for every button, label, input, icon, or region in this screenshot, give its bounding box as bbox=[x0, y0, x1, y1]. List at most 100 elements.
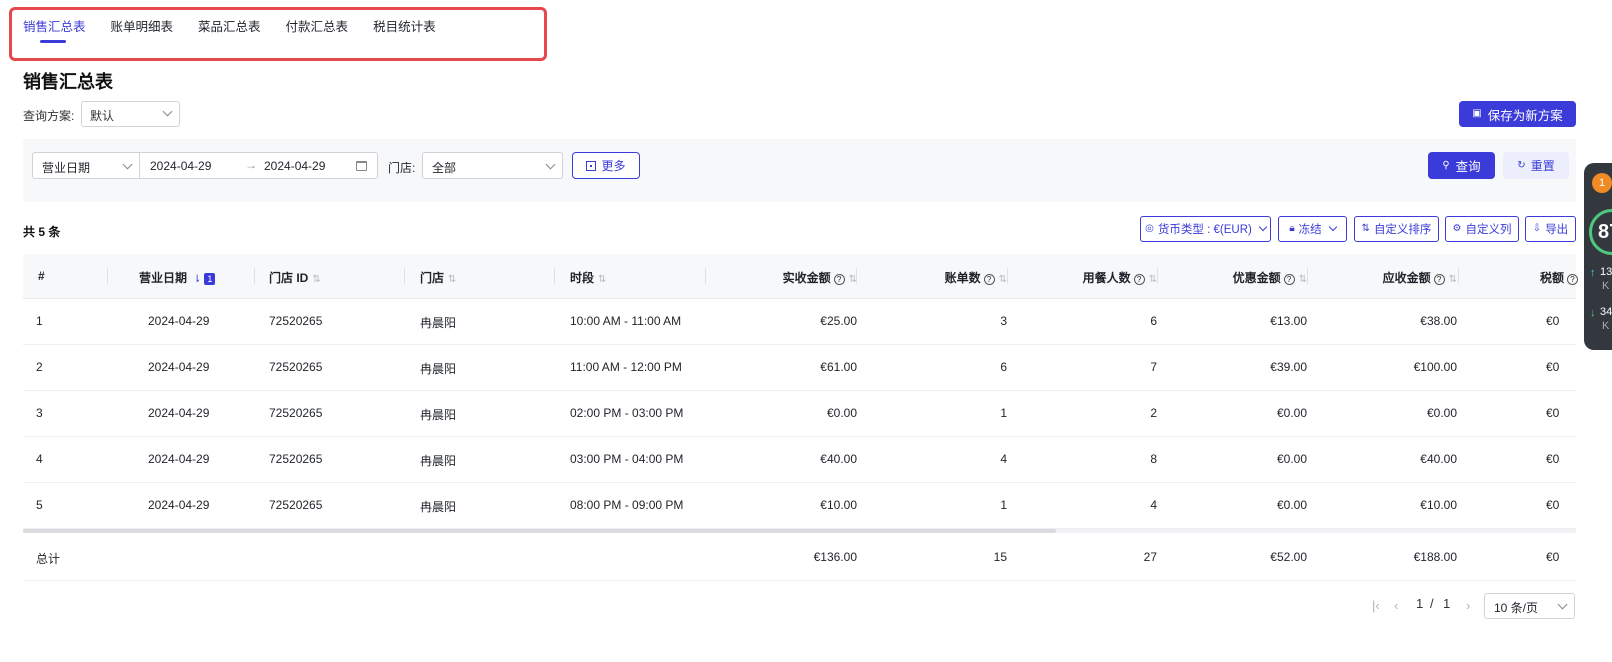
more-filters-button[interactable]: 更多 bbox=[572, 152, 640, 179]
cell-period: 02:00 PM - 03:00 PM bbox=[570, 406, 684, 420]
table-row[interactable]: 1 2024-04-29 72520265 冉晨阳 10:00 AM - 11:00 A… bbox=[23, 299, 1576, 345]
cell-store-id: 72520265 bbox=[269, 360, 323, 374]
cell-date: 2024-04-29 bbox=[148, 498, 210, 512]
report-tabs: 销售汇总表 账单明细表 菜品汇总表 付款汇总表 税目统计表 bbox=[23, 16, 461, 43]
help-icon: ? bbox=[1567, 274, 1579, 285]
record-count: 共 5 条 bbox=[23, 225, 61, 239]
cell-date: 2024-04-29 bbox=[148, 314, 210, 328]
table-row[interactable]: 5 2024-04-29 72520265 冉晨阳 08:00 PM - 09:00 P… bbox=[23, 483, 1576, 529]
cell-tax: €0 bbox=[1546, 498, 1560, 512]
col-divider bbox=[1458, 268, 1459, 284]
freeze-button[interactable]: 🔒︎ 冻结 bbox=[1278, 216, 1347, 242]
cell-index: 1 bbox=[36, 314, 43, 328]
query-label: 查询 bbox=[1455, 160, 1481, 174]
export-button[interactable]: ⇩ 导出 bbox=[1525, 216, 1576, 242]
current-page: 1 bbox=[1416, 596, 1424, 611]
tab-dish-summary[interactable]: 菜品汇总表 bbox=[198, 16, 261, 35]
filter-grid-icon bbox=[586, 160, 597, 171]
col-discount[interactable]: 优惠金额? ⇅ bbox=[1233, 269, 1307, 286]
cell-diners: 7 bbox=[1150, 360, 1157, 374]
col-bills[interactable]: 账单数? ⇅ bbox=[945, 269, 1007, 286]
col-index: # bbox=[38, 269, 45, 283]
cell-receivable: €38.00 bbox=[1420, 314, 1457, 328]
next-page-icon[interactable]: › bbox=[1466, 598, 1470, 613]
col-divider bbox=[856, 268, 857, 284]
reset-label: 重置 bbox=[1530, 159, 1555, 173]
cell-period: 10:00 AM - 11:00 AM bbox=[570, 314, 682, 328]
col-receivable[interactable]: 应收金额? ⇅ bbox=[1383, 269, 1457, 286]
first-page-icon[interactable]: |‹ bbox=[1372, 598, 1380, 613]
cell-discount: €39.00 bbox=[1270, 360, 1307, 374]
query-button[interactable]: ⚲ 查询 bbox=[1428, 152, 1495, 179]
search-icon: ⚲ bbox=[1442, 159, 1450, 171]
gear-icon: ⚙ bbox=[1452, 223, 1462, 234]
col-period[interactable]: 时段 ⇅ bbox=[570, 269, 606, 286]
scheme-label: 查询方案: bbox=[23, 109, 75, 123]
custom-sort-button[interactable]: ⇅ 自定义排序 bbox=[1354, 216, 1439, 242]
notification-badge: 1 bbox=[1592, 173, 1612, 193]
save-icon: ▣ bbox=[1472, 108, 1482, 119]
cell-date: 2024-04-29 bbox=[148, 406, 210, 420]
cell-index: 2 bbox=[36, 360, 43, 374]
cell-diners: 4 bbox=[1150, 498, 1157, 512]
tab-payment-summary[interactable]: 付款汇总表 bbox=[286, 16, 349, 35]
col-tax[interactable]: 税额? bbox=[1540, 269, 1579, 286]
store-label: 门店: bbox=[388, 161, 416, 175]
cell-store-id: 72520265 bbox=[269, 314, 323, 328]
chevron-down-icon bbox=[1557, 599, 1568, 610]
tab-bill-detail[interactable]: 账单明细表 bbox=[111, 16, 174, 35]
cell-bills: 4 bbox=[1000, 452, 1007, 466]
col-store[interactable]: 门店 ⇅ bbox=[420, 269, 456, 286]
page-size-select[interactable]: 10 条/页 bbox=[1484, 593, 1575, 619]
col-business-date[interactable]: 营业日期 ⇂ 1 bbox=[139, 269, 216, 286]
help-icon: ? bbox=[1283, 274, 1295, 285]
prev-page-icon[interactable]: ‹ bbox=[1394, 598, 1398, 613]
scheme-select[interactable]: 默认 bbox=[81, 101, 180, 127]
col-receivable-label: 应收金额 bbox=[1382, 271, 1431, 285]
cell-store: 冉晨阳 bbox=[420, 454, 457, 468]
cell-received: €25.00 bbox=[820, 314, 857, 328]
freeze-label: 冻结 bbox=[1298, 224, 1322, 236]
cell-discount: €0.00 bbox=[1276, 498, 1307, 512]
col-divider bbox=[705, 268, 706, 284]
col-store-id[interactable]: 门店 ID ⇅ bbox=[269, 269, 321, 286]
cell-received: €61.00 bbox=[820, 360, 857, 374]
tab-tax-stats[interactable]: 税目统计表 bbox=[373, 16, 436, 35]
sort-icon: ⇅ bbox=[1148, 274, 1157, 285]
currency-type-button[interactable]: ◎ 货币类型 : €(EUR) bbox=[1140, 216, 1271, 242]
table-row[interactable]: 2 2024-04-29 72520265 冉晨阳 11:00 AM - 12:00 P… bbox=[23, 345, 1576, 391]
col-store-label: 门店 bbox=[420, 271, 445, 285]
date-type-select[interactable]: 营业日期 bbox=[32, 152, 140, 179]
performance-widget[interactable]: 1 87 ↑ 13 K ↓ 34 K bbox=[1584, 163, 1612, 350]
cell-bills: 6 bbox=[1000, 360, 1007, 374]
chevron-down-icon bbox=[122, 159, 133, 170]
sort-icon: ⇅ bbox=[312, 274, 321, 285]
total-row: 总计 €136.00 15 27 €52.00 €188.00 €0 bbox=[23, 533, 1576, 581]
cell-discount: €13.00 bbox=[1270, 314, 1307, 328]
page-title: 销售汇总表 bbox=[23, 72, 113, 92]
sort-order-badge: 1 bbox=[204, 273, 216, 285]
col-discount-label: 优惠金额 bbox=[1232, 271, 1281, 285]
cell-index: 3 bbox=[36, 406, 43, 420]
store-select[interactable]: 全部 bbox=[422, 152, 563, 179]
reset-button[interactable]: ↻ 重置 bbox=[1503, 152, 1569, 179]
cell-bills: 1 bbox=[1000, 498, 1007, 512]
currency-label: 货币类型 : €(EUR) bbox=[1157, 224, 1252, 236]
table-row[interactable]: 4 2024-04-29 72520265 冉晨阳 03:00 PM - 04:00 P… bbox=[23, 437, 1576, 483]
date-type-value: 营业日期 bbox=[42, 161, 91, 175]
download-unit: K bbox=[1602, 320, 1610, 332]
sort-icon: ⇅ bbox=[1361, 223, 1370, 234]
cell-date: 2024-04-29 bbox=[148, 452, 210, 466]
table-row[interactable]: 3 2024-04-29 72520265 冉晨阳 02:00 PM - 03:00 P… bbox=[23, 391, 1576, 437]
col-bills-label: 账单数 bbox=[944, 271, 981, 285]
save-scheme-button[interactable]: ▣ 保存为新方案 bbox=[1459, 101, 1576, 127]
cell-tax: €0 bbox=[1546, 452, 1560, 466]
col-received[interactable]: 实收金额? ⇅ bbox=[783, 269, 857, 286]
col-diners[interactable]: 用餐人数? ⇅ bbox=[1083, 269, 1157, 286]
cell-index: 5 bbox=[36, 498, 43, 512]
help-icon: ? bbox=[1133, 274, 1145, 285]
tab-sales-summary[interactable]: 销售汇总表 bbox=[23, 16, 86, 43]
custom-columns-button[interactable]: ⚙ 自定义列 bbox=[1445, 216, 1519, 242]
date-range-picker[interactable]: 2024-04-29 → 2024-04-29 bbox=[139, 152, 378, 179]
cell-diners: 6 bbox=[1150, 314, 1157, 328]
